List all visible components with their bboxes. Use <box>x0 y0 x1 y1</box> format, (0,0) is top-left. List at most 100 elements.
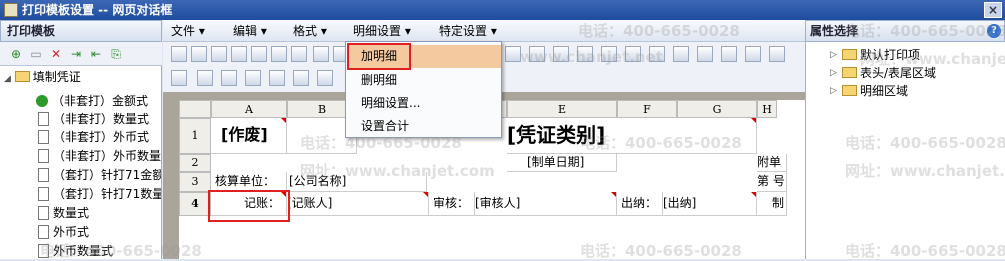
toolbar-button[interactable] <box>171 46 187 62</box>
row-header[interactable]: 1 <box>179 118 211 154</box>
reviewer-label-cell[interactable]: 审核： <box>429 192 475 216</box>
new-doc-icon[interactable]: ⊕ <box>8 46 24 62</box>
dropdown-detail-setup[interactable]: 明细设置... <box>347 92 501 115</box>
expand-icon[interactable]: ▷ <box>830 82 837 100</box>
bookkeeper-value-cell[interactable]: [记账人] <box>287 192 429 216</box>
highlight-box <box>347 43 411 70</box>
toolbar-button[interactable] <box>221 70 237 86</box>
document-icon <box>38 206 49 220</box>
menu-file[interactable]: 文件 ▾ <box>171 20 205 42</box>
toolbar-button[interactable] <box>697 46 713 62</box>
menu-bar: 文件 ▾ 编辑 ▾ 格式 ▾ 明细设置 ▾ 特定设置 ▾ <box>163 20 805 42</box>
folder-icon <box>842 67 857 78</box>
document-icon <box>38 187 49 201</box>
maker-cell[interactable]: 制 <box>757 192 787 216</box>
toolbar-button[interactable] <box>625 46 641 62</box>
toolbar-button[interactable] <box>271 46 287 62</box>
toolbar-button[interactable] <box>245 70 261 86</box>
cashier-label-cell[interactable]: 出纳： <box>617 192 663 216</box>
toolbar-button[interactable] <box>269 70 285 86</box>
tree-root[interactable]: ◢ 填制凭证 <box>4 68 81 86</box>
toolbar-button[interactable] <box>171 70 187 86</box>
toolbar-button[interactable] <box>721 46 737 62</box>
delete-icon[interactable]: ✕ <box>48 46 64 62</box>
toolbar-button[interactable] <box>577 46 593 62</box>
folder-icon <box>14 71 30 82</box>
check-icon <box>36 95 48 107</box>
help-icon[interactable]: ? <box>987 24 1001 38</box>
tree-item[interactable]: （非套打）外币式 <box>38 128 149 146</box>
void-cell[interactable]: [作废] <box>211 118 287 154</box>
toolbar-button[interactable] <box>191 46 207 62</box>
column-header[interactable]: H <box>757 100 777 118</box>
folder-icon <box>842 49 857 60</box>
column-header[interactable]: A <box>211 100 287 118</box>
close-button[interactable]: × <box>984 2 1002 18</box>
unit-value-cell[interactable]: [公司名称] <box>287 172 427 192</box>
toolbar-button[interactable] <box>293 70 309 86</box>
toolbar-button[interactable] <box>673 46 689 62</box>
export-icon[interactable]: ⇤ <box>88 46 104 62</box>
tree-item[interactable]: （非套打）数量式 <box>38 110 149 128</box>
menu-detail-settings[interactable]: 明细设置 ▾ <box>353 20 411 42</box>
save-icon[interactable]: ▭ <box>28 46 44 62</box>
toolbar-button[interactable] <box>197 70 213 86</box>
import-icon[interactable]: ⇥ <box>68 46 84 62</box>
row-header[interactable]: 4 <box>179 192 211 216</box>
tree-item[interactable]: 外币数量式 <box>38 242 113 259</box>
tree-item[interactable]: （套打）针打71数量 <box>38 185 161 203</box>
toolbar-button[interactable] <box>251 46 267 62</box>
collapse-icon[interactable]: ◢ <box>4 74 11 84</box>
attr-item-default-print[interactable]: ▷ 默认打印项 <box>830 46 920 64</box>
date-cell[interactable]: [制单日期] <box>507 154 617 172</box>
toolbar-button[interactable] <box>553 46 569 62</box>
document-icon <box>38 225 49 239</box>
attribute-tree: ▷ 默认打印项 ▷ 表头/表尾区域 ▷ 明细区域 <box>805 42 1005 259</box>
tree-item[interactable]: （套打）针打71金额 <box>38 166 161 184</box>
corner-cell <box>179 100 211 118</box>
folder-icon <box>842 85 857 96</box>
column-header[interactable]: E <box>507 100 617 118</box>
tree-item[interactable]: 数量式 <box>38 204 89 222</box>
tree-item[interactable]: （非套打）外币数量 <box>38 147 161 165</box>
menu-special-settings[interactable]: 特定设置 ▾ <box>439 20 497 42</box>
menu-edit[interactable]: 编辑 ▾ <box>233 20 267 42</box>
cashier-value-cell[interactable]: [出纳] <box>663 192 757 216</box>
toolbar-button[interactable] <box>231 46 247 62</box>
voucher-type-cell[interactable]: [凭证类别] <box>507 118 757 154</box>
tree-item[interactable]: 外币式 <box>38 223 89 241</box>
column-header[interactable]: F <box>617 100 677 118</box>
toolbar-button[interactable] <box>529 46 545 62</box>
toolbar-button[interactable] <box>505 46 521 62</box>
page-no-cell[interactable]: 第 号 <box>757 172 787 192</box>
document-icon <box>38 112 49 126</box>
toolbar-button[interactable] <box>291 46 307 62</box>
row-header[interactable]: 3 <box>179 172 211 192</box>
dropdown-delete-detail[interactable]: 删明细 <box>347 69 501 92</box>
copy-icon[interactable]: ⎘ <box>108 46 124 62</box>
reviewer-value-cell[interactable]: [审核人] <box>475 192 617 216</box>
column-header[interactable]: G <box>677 100 757 118</box>
toolbar-button[interactable] <box>649 46 665 62</box>
row-header[interactable]: 2 <box>179 154 211 172</box>
toolbar-button[interactable] <box>313 46 329 62</box>
attach-cell[interactable]: 附单 <box>757 154 787 172</box>
toolbar-button[interactable] <box>211 46 227 62</box>
menu-format[interactable]: 格式 ▾ <box>293 20 327 42</box>
window-title: 打印模板设置 -- 网页对话框 <box>22 3 173 17</box>
tree-item-selected[interactable]: （非套打）金额式 <box>36 92 148 110</box>
right-panel-header: 属性选择 ? <box>805 20 1005 42</box>
app-icon <box>4 3 18 17</box>
attr-item-header-footer[interactable]: ▷ 表头/表尾区域 <box>830 64 936 82</box>
toolbar-button[interactable] <box>317 70 333 86</box>
toolbar-button[interactable] <box>601 46 617 62</box>
document-icon <box>38 244 49 258</box>
toolbar-button[interactable] <box>769 46 785 62</box>
attr-item-detail-area[interactable]: ▷ 明细区域 <box>830 82 908 100</box>
toolbar-button[interactable] <box>745 46 761 62</box>
unit-label-cell[interactable]: 核算单位： <box>211 172 287 192</box>
document-icon <box>38 168 49 182</box>
expand-icon[interactable]: ▷ <box>830 64 837 82</box>
expand-icon[interactable]: ▷ <box>830 46 837 64</box>
dropdown-set-total[interactable]: 设置合计 <box>347 115 501 138</box>
